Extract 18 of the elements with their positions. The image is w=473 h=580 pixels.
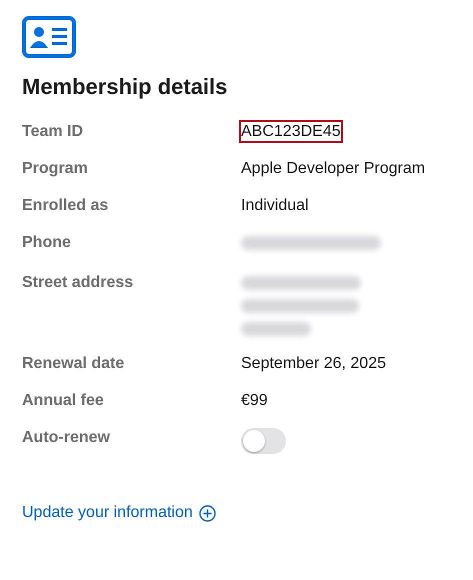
field-label: Program	[22, 159, 89, 178]
field-label: Team ID	[22, 122, 84, 141]
field-label: Renewal date	[22, 354, 126, 373]
field-label: Auto-renew	[22, 428, 111, 448]
field-value: €99	[241, 391, 268, 410]
field-label: Annual fee	[22, 391, 105, 410]
id-card-icon	[22, 16, 76, 58]
field-label: Street address	[22, 273, 134, 293]
field-value: September 26, 2025	[241, 354, 386, 373]
update-link[interactable]: Update your information	[22, 504, 216, 522]
field-value: Individual	[241, 196, 309, 215]
section-title: Membership details	[22, 74, 228, 100]
field-value: ABC123DE45	[241, 122, 341, 141]
toggle-switch[interactable]	[241, 428, 286, 454]
plus-circle-icon	[198, 504, 216, 522]
field-label: Phone	[22, 233, 72, 253]
field-label: Enrolled as	[22, 196, 110, 215]
field-value: Apple Developer Program	[241, 159, 426, 178]
